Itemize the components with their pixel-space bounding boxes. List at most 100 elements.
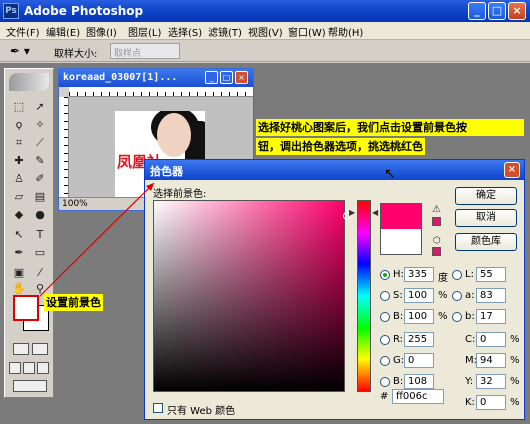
doc-minimize-button[interactable]: _ [205, 71, 218, 84]
mouse-cursor-icon: ↖ [384, 166, 396, 182]
screen-mode-standard-button[interactable] [9, 362, 21, 374]
menu-help[interactable]: 帮助(H) [328, 24, 363, 39]
input-y[interactable]: 32 [476, 374, 506, 389]
input-blue[interactable]: 108 [404, 374, 434, 389]
type-tool-icon[interactable]: T [31, 227, 49, 243]
crop-tool-icon[interactable]: ⌗ [10, 135, 28, 151]
input-k[interactable]: 0 [476, 395, 506, 410]
input-s[interactable]: 100 [404, 288, 434, 303]
pen-tool-icon[interactable]: ✒ [10, 245, 28, 261]
radio-lab-b[interactable] [452, 312, 462, 322]
input-m[interactable]: 94 [476, 353, 506, 368]
standard-mode-button[interactable] [13, 343, 29, 355]
menu-view[interactable]: 视图(V) [248, 24, 283, 39]
horizontal-ruler [69, 87, 253, 97]
brush-tool-icon[interactable]: ✎ [31, 153, 49, 169]
magic-wand-tool-icon[interactable]: ✧ [31, 117, 49, 133]
marquee-tool-icon[interactable]: ⬚ [10, 99, 28, 115]
document-titlebar[interactable]: koreaad_03007[1]... _ □ × [59, 69, 253, 87]
input-r[interactable]: 255 [404, 332, 434, 347]
input-a[interactable]: 83 [476, 288, 506, 303]
radio-a[interactable] [452, 291, 462, 301]
move-tool-icon[interactable]: ➚ [31, 99, 49, 115]
quick-mask-mode-button[interactable] [32, 343, 48, 355]
field-c: C: 0 % [465, 332, 520, 347]
photo-face [157, 113, 191, 157]
field-y: Y: 32 % [465, 374, 520, 389]
menu-window[interactable]: 窗口(W) [288, 24, 326, 39]
hue-slider[interactable] [357, 200, 371, 392]
menu-image[interactable]: 图像(I) [86, 24, 117, 39]
ok-button[interactable]: 确定 [455, 187, 517, 205]
current-color-preview[interactable] [380, 229, 422, 255]
picker-title: 拾色器 [150, 165, 183, 178]
eyedropper-icon[interactable]: ✒ ▾ [10, 44, 30, 58]
picker-close-button[interactable]: × [504, 162, 520, 178]
dodge-tool-icon[interactable]: ● [31, 207, 49, 223]
gamut-swatch[interactable] [432, 217, 441, 226]
path-selection-tool-icon[interactable]: ↖ [10, 227, 28, 243]
app-title: Adobe Photoshop [24, 4, 144, 18]
color-libraries-button[interactable]: 颜色库 [455, 233, 517, 251]
picker-prompt: 选择前景色: [153, 189, 207, 200]
menu-edit[interactable]: 编辑(E) [46, 24, 80, 39]
field-blue: B: 108 [380, 374, 450, 390]
doc-maximize-button[interactable]: □ [220, 71, 233, 84]
photoshop-logo-icon: Ps [3, 3, 19, 19]
field-r: R: 255 [380, 332, 450, 348]
saturation-brightness-field[interactable] [153, 200, 345, 392]
hex-prefix: # [380, 391, 389, 402]
web-only-checkbox[interactable] [153, 403, 163, 413]
instruction-note-line1: 选择好桃心图案后，我们点击设置前景色按 [256, 119, 524, 136]
eraser-tool-icon[interactable]: ▱ [10, 189, 28, 205]
screen-mode-menu-button[interactable] [23, 362, 35, 374]
jump-to-imageready-button[interactable] [13, 380, 47, 392]
menu-layer[interactable]: 图层(L) [128, 24, 161, 39]
hue-slider-left-arrow-icon[interactable]: ▶ [349, 208, 355, 217]
field-l: L: 55 [452, 267, 522, 283]
radio-h[interactable] [380, 270, 390, 280]
maximize-button[interactable]: □ [488, 2, 506, 20]
clone-stamp-tool-icon[interactable]: ♙ [10, 171, 28, 187]
input-b[interactable]: 100 [404, 309, 434, 324]
slice-tool-icon[interactable]: ⟋ [31, 135, 49, 151]
screen-mode-full-button[interactable] [37, 362, 49, 374]
input-l[interactable]: 55 [476, 267, 506, 282]
menu-bar: 文件(F) 编辑(E) 图像(I) 图层(L) 选择(S) 滤镜(T) 视图(V… [0, 22, 530, 40]
foreground-color-swatch[interactable] [13, 295, 39, 321]
picker-titlebar[interactable]: 拾色器 × [145, 160, 524, 180]
input-g[interactable]: 0 [404, 353, 434, 368]
input-lab-b[interactable]: 17 [476, 309, 506, 324]
healing-brush-tool-icon[interactable]: ✚ [10, 153, 28, 169]
zoom-level[interactable]: 100% [62, 199, 88, 209]
radio-g[interactable] [380, 356, 390, 366]
close-button[interactable]: × [508, 2, 526, 20]
input-h[interactable]: 335 [404, 267, 434, 282]
notes-tool-icon[interactable]: ▣ [10, 265, 28, 281]
web-safe-cube-icon[interactable]: ⬡ [433, 236, 441, 246]
doc-close-button[interactable]: × [235, 71, 248, 84]
menu-filter[interactable]: 滤镜(T) [208, 24, 242, 39]
minimize-button[interactable]: _ [468, 2, 486, 20]
lasso-tool-icon[interactable]: ϙ [10, 117, 28, 133]
eyedropper-tool-icon[interactable]: ⁄ [31, 265, 49, 281]
cancel-button[interactable]: 取消 [455, 209, 517, 227]
menu-file[interactable]: 文件(F) [6, 24, 40, 39]
input-c[interactable]: 0 [476, 332, 506, 347]
shape-tool-icon[interactable]: ▭ [31, 245, 49, 261]
gradient-tool-icon[interactable]: ▤ [31, 189, 49, 205]
hex-input[interactable]: ff006c [392, 389, 444, 404]
radio-blue[interactable] [380, 377, 390, 387]
radio-s[interactable] [380, 291, 390, 301]
hue-slider-right-arrow-icon[interactable]: ◀ [372, 208, 378, 217]
menu-select[interactable]: 选择(S) [168, 24, 202, 39]
radio-l[interactable] [452, 270, 462, 280]
field-m: M: 94 % [465, 353, 520, 368]
gamut-warning-icon[interactable]: ⚠ [432, 204, 441, 215]
blur-tool-icon[interactable]: ◆ [10, 207, 28, 223]
sample-size-select[interactable]: 取样点 [110, 43, 180, 59]
web-safe-swatch[interactable] [432, 247, 441, 256]
radio-b[interactable] [380, 312, 390, 322]
history-brush-tool-icon[interactable]: ✐ [31, 171, 49, 187]
radio-r[interactable] [380, 335, 390, 345]
